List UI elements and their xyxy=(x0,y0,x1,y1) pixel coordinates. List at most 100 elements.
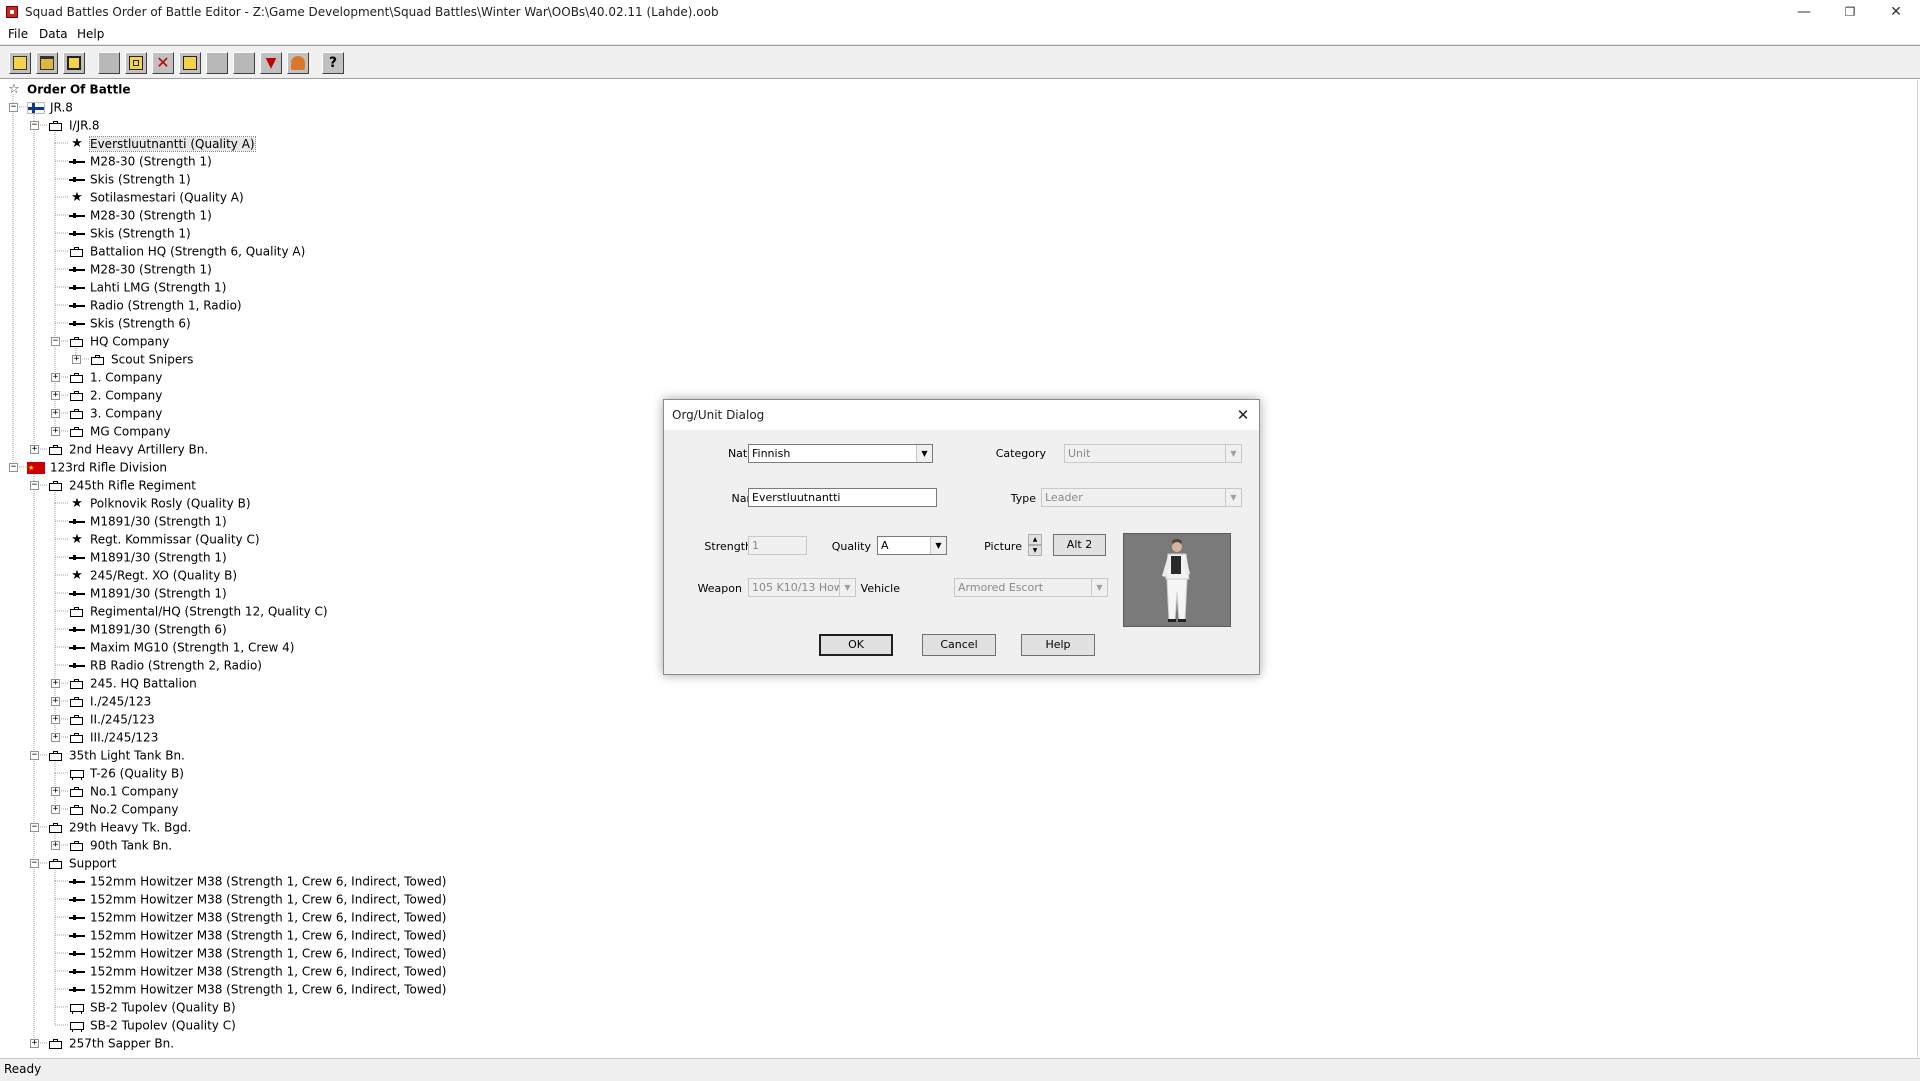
disabled-tool-3-button[interactable] xyxy=(233,52,255,74)
collapse-icon[interactable]: − xyxy=(9,103,18,112)
dialog-close-button[interactable]: ✕ xyxy=(1231,403,1255,427)
tree-item[interactable]: M28-30 (Strength 1) xyxy=(69,260,212,278)
tree-item[interactable]: RB Radio (Strength 2, Radio) xyxy=(69,656,262,674)
save-file-button[interactable] xyxy=(63,52,85,74)
tree-item[interactable]: Support xyxy=(48,854,116,872)
expand-icon[interactable]: + xyxy=(51,697,60,706)
tree-item[interactable]: SB-2 Tupolev (Quality B) xyxy=(69,998,236,1016)
tree-item[interactable]: 245th Rifle Regiment xyxy=(48,476,196,494)
tree-item[interactable]: 90th Tank Bn. xyxy=(69,836,172,854)
restore-button[interactable]: ❐ xyxy=(1827,0,1873,26)
expand-icon[interactable]: + xyxy=(51,409,60,418)
vehicle-select[interactable]: Armored Escort ▼ xyxy=(954,578,1108,597)
nation-select[interactable]: Finnish ▼ xyxy=(748,444,933,463)
expand-icon[interactable]: + xyxy=(51,805,60,814)
tree-item[interactable]: Maxim MG10 (Strength 1, Crew 4) xyxy=(69,638,294,656)
menu-file[interactable]: File xyxy=(4,27,32,41)
tree-item[interactable]: T-26 (Quality B) xyxy=(69,764,184,782)
tree-item[interactable]: ☆ Order Of Battle xyxy=(6,80,130,98)
menu-data[interactable]: Data xyxy=(35,27,72,41)
chevron-down-icon[interactable]: ▼ xyxy=(1225,445,1241,462)
edit-button[interactable] xyxy=(179,52,201,74)
tree-item[interactable]: 152mm Howitzer M38 (Strength 1, Crew 6, … xyxy=(69,890,446,908)
expand-icon[interactable]: + xyxy=(51,373,60,382)
spin-down-icon[interactable]: ▼ xyxy=(1028,545,1042,556)
tree-item[interactable]: 2nd Heavy Artillery Bn. xyxy=(48,440,208,458)
open-file-button[interactable] xyxy=(36,52,58,74)
category-select[interactable]: Unit ▼ xyxy=(1064,444,1242,463)
cancel-button[interactable]: Cancel xyxy=(922,634,996,656)
tree-item[interactable]: M28-30 (Strength 1) xyxy=(69,152,212,170)
tree-item[interactable]: M1891/30 (Strength 1) xyxy=(69,584,227,602)
expand-icon[interactable]: + xyxy=(51,787,60,796)
tree-item[interactable]: No.2 Company xyxy=(69,800,178,818)
expand-icon[interactable]: + xyxy=(51,715,60,724)
close-window-button[interactable]: ✕ xyxy=(1873,0,1919,26)
tree-item[interactable]: 35th Light Tank Bn. xyxy=(48,746,185,764)
tree-item[interactable]: Battalion HQ (Strength 6, Quality A) xyxy=(69,242,305,260)
help-button[interactable]: ? xyxy=(322,52,344,74)
move-down-button[interactable]: ▼ xyxy=(260,52,282,74)
tree-item[interactable]: Scout Snipers xyxy=(90,350,193,368)
chevron-down-icon[interactable]: ▼ xyxy=(930,537,946,554)
collapse-icon[interactable]: − xyxy=(30,481,39,490)
tree-item[interactable]: ★ Everstluutnantti (Quality A) xyxy=(69,134,256,152)
picture-spinner[interactable]: ▲ ▼ xyxy=(1028,534,1042,556)
tree-item[interactable]: Skis (Strength 1) xyxy=(69,224,191,242)
tree-item[interactable]: III./245/123 xyxy=(69,728,158,746)
collapse-icon[interactable]: − xyxy=(30,859,39,868)
tree-item[interactable]: II./245/123 xyxy=(69,710,155,728)
name-input[interactable]: Everstluutnantti xyxy=(748,488,937,507)
tree-item[interactable]: 152mm Howitzer M38 (Strength 1, Crew 6, … xyxy=(69,962,446,980)
collapse-icon[interactable]: − xyxy=(30,121,39,130)
tree-item[interactable]: ★ Polknovik Rosly (Quality B) xyxy=(69,494,250,512)
tree-item[interactable]: 257th Sapper Bn. xyxy=(48,1034,174,1052)
tree-item[interactable]: HQ Company xyxy=(69,332,169,350)
ok-button[interactable]: OK xyxy=(819,634,893,656)
tree-item[interactable]: ★ Sotilasmestari (Quality A) xyxy=(69,188,244,206)
new-file-button[interactable] xyxy=(9,52,31,74)
spin-up-icon[interactable]: ▲ xyxy=(1028,534,1042,545)
tree-item[interactable]: 245. HQ Battalion xyxy=(69,674,197,692)
tree-item[interactable]: 2. Company xyxy=(69,386,162,404)
expand-icon[interactable]: + xyxy=(30,445,39,454)
expand-icon[interactable]: + xyxy=(51,733,60,742)
help-dialog-button[interactable]: Help xyxy=(1021,634,1095,656)
tree-item[interactable]: 152mm Howitzer M38 (Strength 1, Crew 6, … xyxy=(69,944,446,962)
expand-icon[interactable]: + xyxy=(72,355,81,364)
tree-item[interactable]: I/JR.8 xyxy=(48,116,99,134)
disabled-tool-1-button[interactable] xyxy=(98,52,120,74)
minimize-button[interactable]: — xyxy=(1781,0,1827,26)
tree-item[interactable]: 152mm Howitzer M38 (Strength 1, Crew 6, … xyxy=(69,926,446,944)
menu-help[interactable]: Help xyxy=(73,27,108,41)
chevron-down-icon[interactable]: ▼ xyxy=(1091,579,1107,596)
collapse-icon[interactable]: − xyxy=(9,463,18,472)
tree-item[interactable]: I./245/123 xyxy=(69,692,151,710)
expand-icon[interactable]: + xyxy=(51,679,60,688)
expand-icon[interactable]: + xyxy=(30,1039,39,1048)
tree-item[interactable]: 1. Company xyxy=(69,368,162,386)
tree-item[interactable]: M28-30 (Strength 1) xyxy=(69,206,212,224)
expand-icon[interactable]: + xyxy=(51,841,60,850)
add-org-button[interactable] xyxy=(125,52,147,74)
collapse-icon[interactable]: − xyxy=(30,751,39,760)
tree-item[interactable]: Radio (Strength 1, Radio) xyxy=(69,296,242,314)
expand-icon[interactable]: + xyxy=(51,427,60,436)
tree-item[interactable]: ★ 245/Regt. XO (Quality B) xyxy=(69,566,237,584)
tree-item[interactable]: M1891/30 (Strength 1) xyxy=(69,512,227,530)
tree-item[interactable]: 152mm Howitzer M38 (Strength 1, Crew 6, … xyxy=(69,980,446,998)
tree-item[interactable]: Skis (Strength 6) xyxy=(69,314,191,332)
collapse-icon[interactable]: − xyxy=(30,823,39,832)
strength-input[interactable]: 1 xyxy=(748,536,807,555)
tree-item[interactable]: SB-2 Tupolev (Quality C) xyxy=(69,1016,236,1034)
tree-item[interactable]: No.1 Company xyxy=(69,782,178,800)
tree-item[interactable]: M1891/30 (Strength 1) xyxy=(69,548,227,566)
chevron-down-icon[interactable]: ▼ xyxy=(1225,489,1241,506)
tree-item[interactable]: ★ Regt. Kommissar (Quality C) xyxy=(69,530,259,548)
tree-item[interactable]: 152mm Howitzer M38 (Strength 1, Crew 6, … xyxy=(69,872,446,890)
tree-item[interactable]: JR.8 xyxy=(27,98,73,116)
expand-icon[interactable]: + xyxy=(51,391,60,400)
chevron-down-icon[interactable]: ▼ xyxy=(916,445,932,462)
leader-button[interactable] xyxy=(287,52,309,74)
tree-item[interactable]: M1891/30 (Strength 6) xyxy=(69,620,227,638)
